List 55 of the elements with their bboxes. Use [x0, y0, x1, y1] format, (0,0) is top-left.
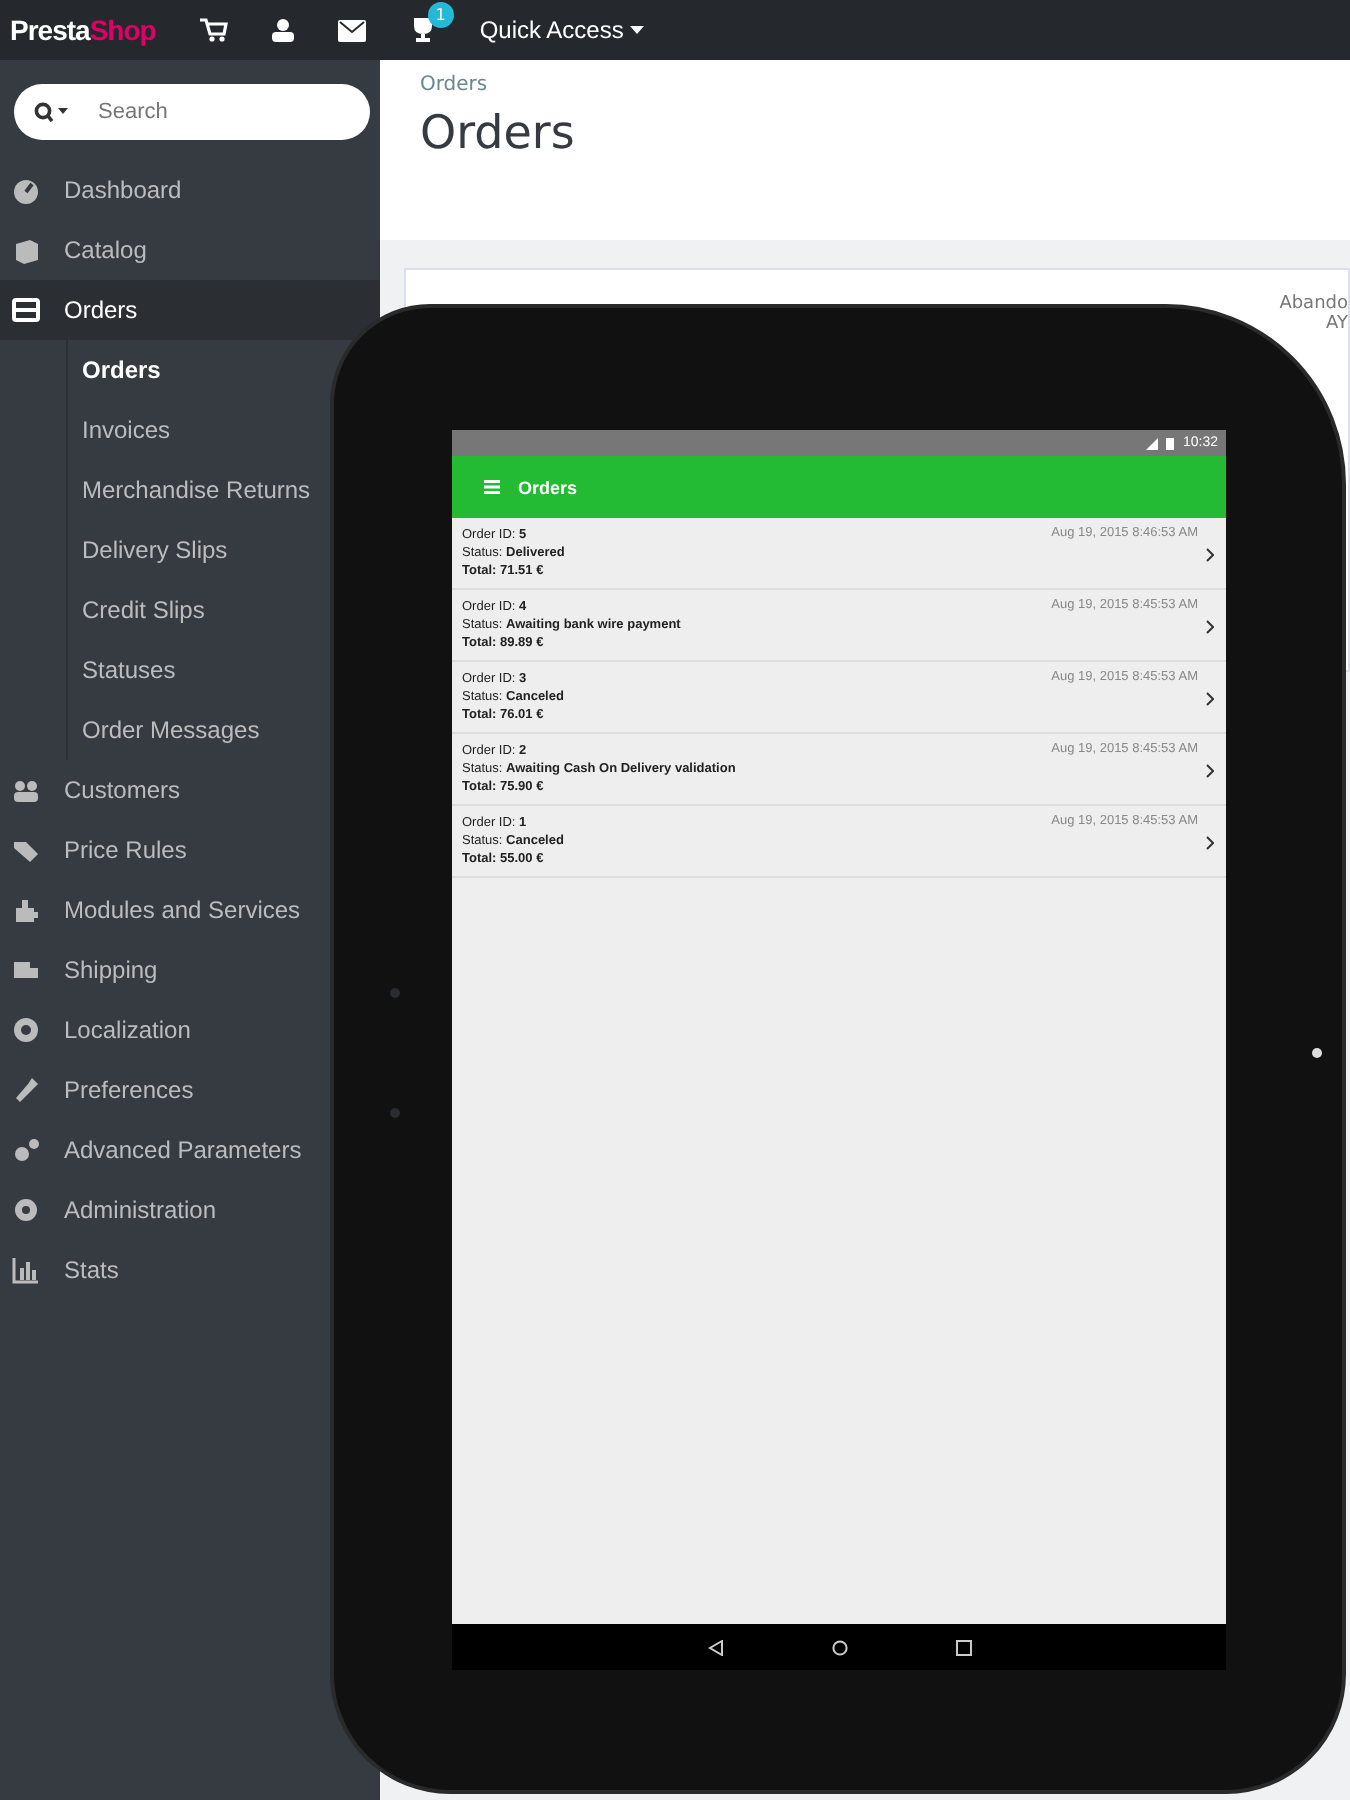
- submenu-item[interactable]: Delivery Slips: [68, 520, 236, 580]
- sidebar-item[interactable]: Orders: [0, 280, 380, 340]
- submenu-item[interactable]: Invoices: [68, 400, 179, 460]
- search-icon[interactable]: [34, 102, 70, 122]
- submenu-item[interactable]: Credit Slips: [68, 580, 213, 640]
- sidebar-item[interactable]: Advanced Parameters: [0, 1120, 314, 1180]
- sensor-dot: [390, 1108, 400, 1118]
- quick-access-menu[interactable]: Quick Access: [479, 16, 644, 44]
- dashboard-icon: [12, 176, 40, 204]
- mail-icon[interactable]: [337, 19, 366, 41]
- submenu-item[interactable]: Order Messages: [68, 700, 268, 760]
- chevron-icon: [1206, 692, 1214, 706]
- sensor-dot: [390, 988, 400, 998]
- app-title: Orders: [518, 477, 578, 497]
- sidebar-item[interactable]: Administration: [0, 1180, 229, 1240]
- submenu-item[interactable]: Statuses: [68, 640, 184, 700]
- partial-text: AY: [1326, 314, 1348, 334]
- recents-icon[interactable]: [955, 1639, 971, 1655]
- sidebar-item[interactable]: Modules and Services: [0, 880, 313, 940]
- chart-icon: [12, 1256, 40, 1284]
- user-icon[interactable]: [271, 18, 294, 42]
- sidebar-item[interactable]: Dashboard: [0, 160, 194, 220]
- tag-icon: [12, 836, 40, 864]
- menu-icon[interactable]: [484, 480, 500, 494]
- chevron-icon: [1206, 548, 1214, 562]
- sidebar-item[interactable]: Catalog: [0, 220, 159, 280]
- submenu-item[interactable]: Orders: [68, 340, 169, 400]
- back-icon[interactable]: [707, 1639, 723, 1655]
- chevron-icon: [1206, 764, 1214, 778]
- page-title: Orders: [420, 108, 577, 160]
- partial-text: Abando: [1279, 294, 1348, 314]
- logo[interactable]: PrestaShop: [10, 14, 156, 46]
- trophy-icon[interactable]: [409, 18, 436, 42]
- cart-icon[interactable]: [199, 18, 228, 42]
- gears-icon: [12, 1136, 40, 1164]
- search-field[interactable]: Search: [14, 84, 370, 140]
- submenu-item[interactable]: Merchandise Returns: [68, 460, 319, 520]
- users-icon: [12, 776, 40, 804]
- breadcrumb[interactable]: Orders: [420, 74, 1350, 96]
- caret-icon: [629, 26, 644, 34]
- sidebar-item[interactable]: Localization: [0, 1000, 203, 1060]
- camera-dot: [1312, 1048, 1322, 1058]
- chevron-icon: [1206, 836, 1214, 850]
- sidebar-item[interactable]: Customers: [0, 760, 193, 820]
- battery-icon: [1166, 437, 1175, 449]
- home-icon[interactable]: [831, 1639, 847, 1655]
- sidebar-item[interactable]: Shipping: [0, 940, 170, 1000]
- signal-icon: [1146, 437, 1159, 449]
- sidebar-item[interactable]: Stats: [0, 1240, 131, 1300]
- sidebar-item[interactable]: Preferences: [0, 1060, 206, 1120]
- chevron-icon: [1206, 620, 1214, 634]
- notification-badge: 1: [427, 2, 454, 28]
- sidebar-item[interactable]: Price Rules: [0, 820, 199, 880]
- search-input[interactable]: Search: [94, 98, 302, 126]
- card-icon: [12, 296, 40, 324]
